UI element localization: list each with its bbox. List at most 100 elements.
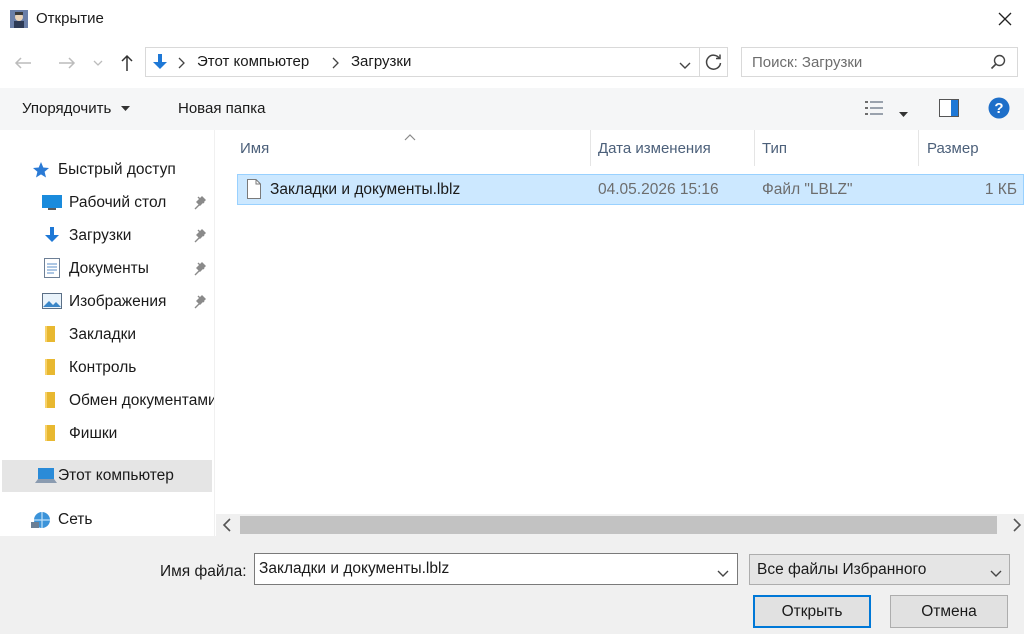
filename-history-dropdown[interactable] — [717, 565, 729, 582]
close-button[interactable] — [990, 4, 1020, 34]
address-bar[interactable]: Этот компьютер Загрузки — [145, 47, 728, 77]
navigation-pane: Быстрый доступ Рабочий стол Загрузки Док… — [0, 130, 215, 536]
desktop-icon — [42, 195, 62, 215]
folder-icon — [45, 391, 59, 413]
chevron-right-icon — [1013, 518, 1022, 532]
nav-label: Контроль — [69, 359, 137, 376]
search-input[interactable]: Поиск: Загрузки — [752, 54, 862, 71]
folder-icon — [45, 325, 59, 347]
chevron-down-icon — [679, 62, 691, 69]
pin-icon — [194, 196, 206, 214]
breadcrumb-downloads[interactable]: Загрузки — [351, 53, 411, 70]
nav-label: Загрузки — [69, 227, 132, 244]
caret-down-icon — [899, 112, 908, 117]
file-name: Закладки и документы.lblz — [270, 181, 461, 198]
up-button[interactable] — [115, 50, 139, 76]
download-arrow-icon — [150, 52, 170, 76]
file-icon — [247, 179, 261, 203]
filename-label: Имя файла: — [160, 563, 247, 580]
nav-label: Рабочий стол — [69, 194, 167, 211]
preview-pane-button[interactable] — [939, 99, 959, 121]
column-date-modified[interactable]: Дата изменения — [598, 140, 711, 157]
nav-item-control[interactable]: Контроль — [0, 353, 213, 383]
folder-icon — [45, 358, 59, 380]
nav-item-bookmarks[interactable]: Закладки — [0, 320, 213, 350]
folder-icon — [45, 424, 59, 446]
caret-down-icon — [121, 106, 131, 112]
nav-label: Документы — [69, 260, 149, 277]
scroll-left-button[interactable] — [222, 518, 232, 536]
nav-item-downloads[interactable]: Загрузки — [0, 221, 213, 251]
window-title: Открытие — [36, 10, 104, 27]
nav-item-document-exchange[interactable]: Обмен документами — [0, 386, 215, 416]
nav-quick-access[interactable]: Быстрый доступ — [0, 155, 213, 185]
chevron-left-icon — [222, 518, 231, 532]
breadcrumb-this-pc[interactable]: Этот компьютер — [197, 53, 309, 70]
preview-pane-icon — [939, 99, 959, 117]
scrollbar-thumb[interactable] — [240, 516, 997, 534]
open-button[interactable]: Открыть — [753, 595, 871, 628]
nav-label: Фишки — [69, 425, 118, 442]
column-separator[interactable] — [754, 130, 755, 166]
chevron-down-icon — [717, 570, 729, 577]
column-name[interactable]: Имя — [240, 140, 269, 157]
filetype-value: Все файлы Избранного — [757, 561, 927, 578]
column-header-row: Имя Дата изменения Тип Размер — [216, 130, 1024, 168]
nav-label: Этот компьютер — [58, 467, 174, 484]
file-size: 1 КБ — [984, 181, 1017, 198]
star-icon — [32, 161, 50, 183]
scroll-right-button[interactable] — [1012, 518, 1022, 536]
nav-item-documents[interactable]: Документы — [0, 254, 213, 284]
nav-network[interactable]: Сеть — [0, 505, 213, 535]
arrow-right-icon — [59, 57, 76, 69]
view-options-button[interactable] — [865, 99, 885, 121]
column-separator[interactable] — [590, 130, 591, 166]
cancel-button[interactable]: Отмена — [890, 595, 1008, 628]
forward-button[interactable] — [54, 50, 80, 76]
pin-icon — [194, 262, 206, 280]
address-divider — [699, 48, 700, 76]
pane-divider[interactable] — [214, 130, 215, 536]
column-size[interactable]: Размер — [927, 140, 979, 157]
nav-label: Сеть — [58, 511, 93, 528]
arrow-up-icon — [121, 54, 133, 71]
column-separator[interactable] — [918, 130, 919, 166]
chevron-down-icon — [93, 60, 103, 66]
file-row[interactable]: Закладки и документы.lblz 04.05.2026 15:… — [237, 174, 1024, 205]
organize-button[interactable]: Упорядочить — [22, 100, 131, 117]
nav-item-tips[interactable]: Фишки — [0, 419, 213, 449]
filename-combobox[interactable]: Закладки и документы.lblz — [254, 553, 738, 585]
view-dropdown-button[interactable] — [899, 105, 908, 122]
new-folder-button[interactable]: Новая папка — [178, 100, 265, 117]
search-icon — [990, 54, 1006, 74]
nav-item-desktop[interactable]: Рабочий стол — [0, 188, 213, 218]
search-box[interactable]: Поиск: Загрузки — [741, 47, 1018, 77]
pin-icon — [194, 229, 206, 247]
recent-locations-button[interactable] — [89, 54, 107, 72]
nav-this-pc[interactable]: Этот компьютер — [2, 460, 212, 492]
download-arrow-icon — [43, 226, 61, 250]
details-view-icon — [865, 101, 883, 115]
chevron-down-icon — [990, 565, 1002, 582]
nav-label: Обмен документами — [69, 392, 215, 409]
address-history-dropdown[interactable] — [679, 57, 691, 74]
refresh-button[interactable] — [704, 52, 724, 76]
column-type[interactable]: Тип — [762, 140, 787, 157]
pictures-icon — [42, 293, 62, 313]
chevron-right-icon — [178, 56, 186, 73]
nav-label: Быстрый доступ — [58, 161, 176, 178]
refresh-icon — [705, 54, 722, 70]
computer-icon — [35, 468, 57, 488]
nav-item-pictures[interactable]: Изображения — [0, 287, 213, 317]
app-icon — [9, 9, 29, 29]
file-type: Файл "LBLZ" — [762, 181, 853, 198]
nav-label: Закладки — [69, 326, 137, 343]
close-icon — [998, 12, 1012, 26]
filetype-select[interactable]: Все файлы Избранного — [749, 554, 1010, 585]
pin-icon — [194, 295, 206, 313]
network-icon — [31, 511, 53, 533]
back-button[interactable] — [10, 50, 36, 76]
title-bar — [0, 0, 1024, 38]
help-button[interactable]: ? — [988, 97, 1010, 123]
filename-input[interactable]: Закладки и документы.lblz — [259, 560, 449, 578]
